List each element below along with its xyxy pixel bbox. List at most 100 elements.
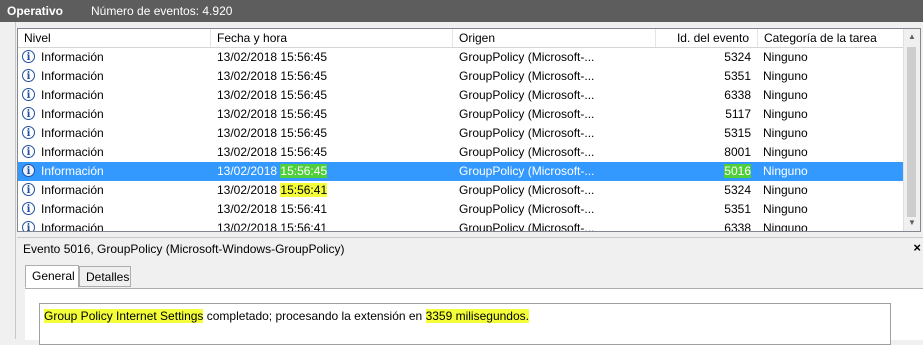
row-category: Ninguno xyxy=(763,50,808,64)
row-event-id-highlight: 5016 xyxy=(724,164,751,178)
row-source: GroupPolicy (Microsoft-... xyxy=(459,88,595,102)
row-date: 13/02/2018 15:56:45 xyxy=(217,107,328,121)
table-row[interactable]: i Información 13/02/2018 15:56:45 GroupPo… xyxy=(18,105,906,124)
log-titlebar: Operativo Número de eventos: 4.920 xyxy=(0,0,923,22)
info-icon: i xyxy=(22,202,35,215)
column-header-id[interactable]: Id. del evento xyxy=(656,29,758,47)
message-highlight-policy: Group Policy Internet Settings xyxy=(44,309,204,323)
row-category: Ninguno xyxy=(763,183,808,197)
row-event-id: 6338 xyxy=(724,221,751,232)
table-row[interactable]: i Información 13/02/2018 15:56:45 GroupPo… xyxy=(18,86,906,105)
row-event-id: 5351 xyxy=(724,202,751,216)
row-date: 13/02/2018 15:56:45 xyxy=(217,126,328,140)
row-category: Ninguno xyxy=(763,88,808,102)
column-header-nivel[interactable]: Nivel xyxy=(18,29,211,47)
table-row[interactable]: i Información 13/02/2018 15:56:41 GroupPo… xyxy=(18,219,906,232)
log-title: Operativo xyxy=(7,4,64,18)
row-source: GroupPolicy (Microsoft-... xyxy=(459,221,595,232)
row-level: Información xyxy=(41,221,104,232)
info-icon: i xyxy=(22,126,35,139)
info-icon: i xyxy=(22,221,35,231)
row-event-id: 5117 xyxy=(725,107,751,121)
row-level: Información xyxy=(41,88,104,102)
row-date: 13/02/2018 15:56:41 xyxy=(217,221,328,232)
row-date: 13/02/2018 15:56:45 xyxy=(217,162,328,181)
row-category: Ninguno xyxy=(763,69,808,83)
info-icon: i xyxy=(22,107,35,120)
detail-header: Evento 5016, GroupPolicy (Microsoft-Wind… xyxy=(17,237,923,258)
row-level: Información xyxy=(41,69,104,83)
row-level: Información xyxy=(41,164,104,178)
row-source: GroupPolicy (Microsoft-... xyxy=(459,107,595,121)
row-category: Ninguno xyxy=(763,221,808,232)
row-event-id: 5351 xyxy=(724,69,751,83)
column-header-fecha[interactable]: Fecha y hora xyxy=(211,29,453,47)
row-category: Ninguno xyxy=(763,202,808,216)
row-level: Información xyxy=(41,50,104,64)
close-icon[interactable]: × xyxy=(913,240,921,255)
info-icon: i xyxy=(22,145,35,158)
events-table[interactable]: Nivel Fecha y hora Origen Id. del evento… xyxy=(17,28,921,232)
table-row-selected[interactable]: i Información 13/02/2018 15:56:45 GroupPo… xyxy=(18,162,906,181)
info-icon: i xyxy=(22,50,35,63)
column-header-categoria[interactable]: Categoría de la tarea xyxy=(758,29,906,47)
row-date: 13/02/2018 15:56:45 xyxy=(217,50,328,64)
table-row[interactable]: i Información 13/02/2018 15:56:41 GroupPo… xyxy=(18,181,906,200)
event-count: Número de eventos: 4.920 xyxy=(91,4,233,18)
row-source: GroupPolicy (Microsoft-... xyxy=(459,164,595,178)
row-level: Información xyxy=(41,202,104,216)
row-event-id: 5315 xyxy=(724,126,751,140)
tab-general[interactable]: General xyxy=(25,265,79,288)
row-event-id: 6338 xyxy=(724,88,751,102)
row-source: GroupPolicy (Microsoft-... xyxy=(459,126,595,140)
row-date: 13/02/2018 15:56:41 xyxy=(217,181,328,200)
row-date: 13/02/2018 15:56:45 xyxy=(217,88,328,102)
table-row[interactable]: i Información 13/02/2018 15:56:45 GroupPo… xyxy=(18,124,906,143)
row-event-id: 5324 xyxy=(724,50,751,64)
row-category: Ninguno xyxy=(763,164,808,178)
message-text: completado; procesando la extensión en xyxy=(203,309,426,323)
table-row[interactable]: i Información 13/02/2018 15:56:41 GroupPo… xyxy=(18,200,906,219)
event-message: Group Policy Internet Settings completad… xyxy=(44,309,529,323)
general-tab-panel: Group Policy Internet Settings completad… xyxy=(25,288,923,345)
info-icon: i xyxy=(22,164,35,177)
row-level: Información xyxy=(41,107,104,121)
message-highlight-duration: 3359 milisegundos. xyxy=(425,309,529,323)
row-date: 13/02/2018 15:56:41 xyxy=(217,202,328,216)
info-icon: i xyxy=(22,88,35,101)
row-date: 13/02/2018 15:56:45 xyxy=(217,69,328,83)
column-header-origen[interactable]: Origen xyxy=(453,29,656,47)
row-event-id: 5324 xyxy=(724,183,751,197)
row-category: Ninguno xyxy=(763,126,808,140)
row-event-id: 5016 xyxy=(661,162,751,181)
row-category: Ninguno xyxy=(763,145,808,159)
scroll-thumb[interactable] xyxy=(907,47,916,217)
row-source: GroupPolicy (Microsoft-... xyxy=(459,183,595,197)
scroll-down-icon[interactable]: ▼ xyxy=(904,215,920,231)
row-level: Información xyxy=(41,145,104,159)
table-row[interactable]: i Información 13/02/2018 15:56:45 GroupPo… xyxy=(18,143,906,162)
row-source: GroupPolicy (Microsoft-... xyxy=(459,145,595,159)
row-date-day: 13/02/2018 xyxy=(217,183,278,197)
row-time-highlight: 15:56:45 xyxy=(280,164,328,178)
info-icon: i xyxy=(22,69,35,82)
scroll-up-icon[interactable]: ▲ xyxy=(904,29,920,45)
detail-title: Evento 5016, GroupPolicy (Microsoft-Wind… xyxy=(23,242,345,256)
tab-detalles[interactable]: Detalles xyxy=(79,266,131,287)
vertical-scrollbar[interactable]: ▲ ▼ xyxy=(903,29,920,231)
row-time-highlight: 15:56:41 xyxy=(280,183,328,197)
row-source: GroupPolicy (Microsoft-... xyxy=(459,69,595,83)
table-row[interactable]: i Información 13/02/2018 15:56:45 GroupPo… xyxy=(18,67,906,86)
row-level: Información xyxy=(41,126,104,140)
row-level: Información xyxy=(41,183,104,197)
row-date-day: 13/02/2018 xyxy=(217,164,278,178)
table-header: Nivel Fecha y hora Origen Id. del evento… xyxy=(18,29,906,48)
row-source: GroupPolicy (Microsoft-... xyxy=(459,202,595,216)
table-row[interactable]: i Información 13/02/2018 15:56:45 GroupPo… xyxy=(18,48,906,67)
left-pane-edge xyxy=(0,22,16,339)
row-event-id: 8001 xyxy=(724,145,751,159)
row-category: Ninguno xyxy=(763,107,808,121)
info-icon: i xyxy=(22,183,35,196)
row-date: 13/02/2018 15:56:45 xyxy=(217,145,328,159)
row-source: GroupPolicy (Microsoft-... xyxy=(459,50,595,64)
